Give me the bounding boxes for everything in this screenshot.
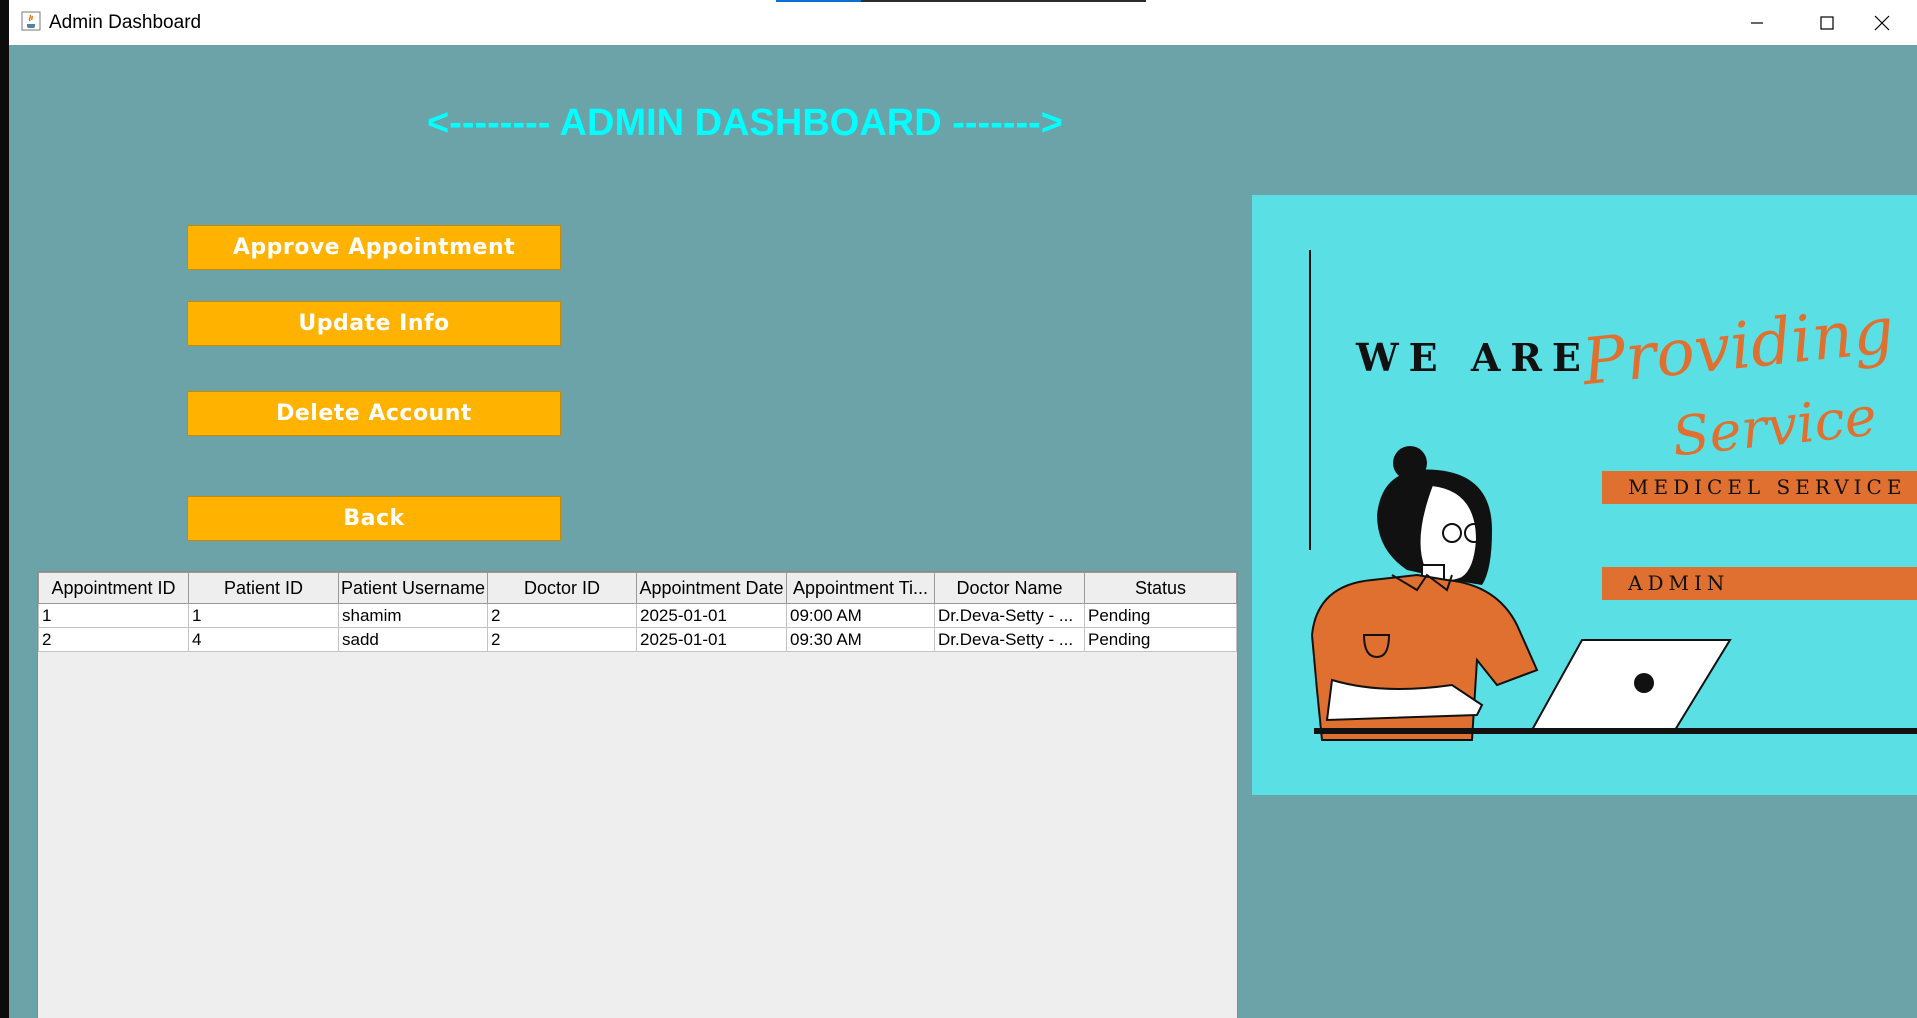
maximize-icon [1820, 15, 1834, 30]
background-terminal-strip [0, 0, 9, 1018]
minimize-icon [1751, 21, 1763, 24]
column-header[interactable]: Appointment Date [636, 572, 787, 604]
appointments-table: Appointment ID Patient ID Patient Userna… [38, 572, 1237, 652]
column-header[interactable]: Doctor ID [487, 572, 637, 604]
close-icon [1874, 15, 1890, 30]
taskbar-dark-line [861, 0, 1146, 2]
back-button[interactable]: Back [187, 496, 561, 541]
title-bar: Admin Dashboard [9, 0, 1917, 45]
table-cell[interactable]: shamim [338, 603, 488, 628]
table-cell[interactable]: 2 [487, 627, 637, 652]
table-cell[interactable]: sadd [338, 627, 488, 652]
column-header[interactable]: Appointment Ti... [786, 572, 935, 604]
table-cell[interactable]: 1 [38, 603, 189, 628]
appointments-table-panel[interactable]: Appointment ID Patient ID Patient Userna… [37, 571, 1238, 1018]
window-title: Admin Dashboard [49, 12, 202, 33]
column-header[interactable]: Patient Username [338, 572, 488, 604]
table-cell[interactable]: 09:00 AM [786, 603, 935, 628]
table-cell[interactable]: 2 [38, 627, 189, 652]
table-header-row: Appointment ID Patient ID Patient Userna… [38, 572, 1237, 604]
woman-at-laptop-illustration [1310, 446, 1917, 741]
delete-account-button[interactable]: Delete Account [187, 391, 561, 436]
poster-heading: WE ARE [1356, 335, 1591, 380]
column-header[interactable]: Patient ID [188, 572, 339, 604]
update-info-button[interactable]: Update Info [187, 301, 561, 346]
medical-service-poster: WE ARE Providing Service MEDICEL SERVICE… [1252, 195, 1917, 795]
table-cell[interactable]: 2025-01-01 [636, 603, 787, 628]
table-row[interactable]: 1 1 shamim 2 2025-01-01 09:00 AM Dr.Deva… [38, 603, 1237, 628]
table-cell[interactable]: Pending [1084, 603, 1237, 628]
table-cell[interactable]: Pending [1084, 627, 1237, 652]
close-button[interactable] [1847, 0, 1917, 45]
page-title: <-------- ADMIN DASHBOARD -------> [427, 102, 1063, 144]
admin-dashboard-window: Admin Dashboard <-------- ADMIN DASHBOAR… [9, 0, 1917, 1018]
column-header[interactable]: Doctor Name [934, 572, 1085, 604]
approve-appointment-button[interactable]: Approve Appointment [187, 225, 561, 270]
table-cell[interactable]: 2025-01-01 [636, 627, 787, 652]
table-cell[interactable]: 4 [188, 627, 339, 652]
table-cell[interactable]: 09:30 AM [786, 627, 935, 652]
table-cell[interactable]: 1 [188, 603, 339, 628]
table-row[interactable]: 2 4 sadd 2 2025-01-01 09:30 AM Dr.Deva-S… [38, 627, 1237, 652]
poster-script-providing: Providing [1578, 293, 1898, 401]
table-cell[interactable]: Dr.Deva-Setty - ... [934, 627, 1085, 652]
table-cell[interactable]: 2 [487, 603, 637, 628]
table-cell[interactable]: Dr.Deva-Setty - ... [934, 603, 1085, 628]
minimize-button[interactable] [1722, 0, 1792, 45]
java-app-icon [21, 11, 41, 31]
taskbar-accent-line [776, 0, 861, 2]
column-header[interactable]: Status [1084, 572, 1237, 604]
column-header[interactable]: Appointment ID [38, 572, 189, 604]
